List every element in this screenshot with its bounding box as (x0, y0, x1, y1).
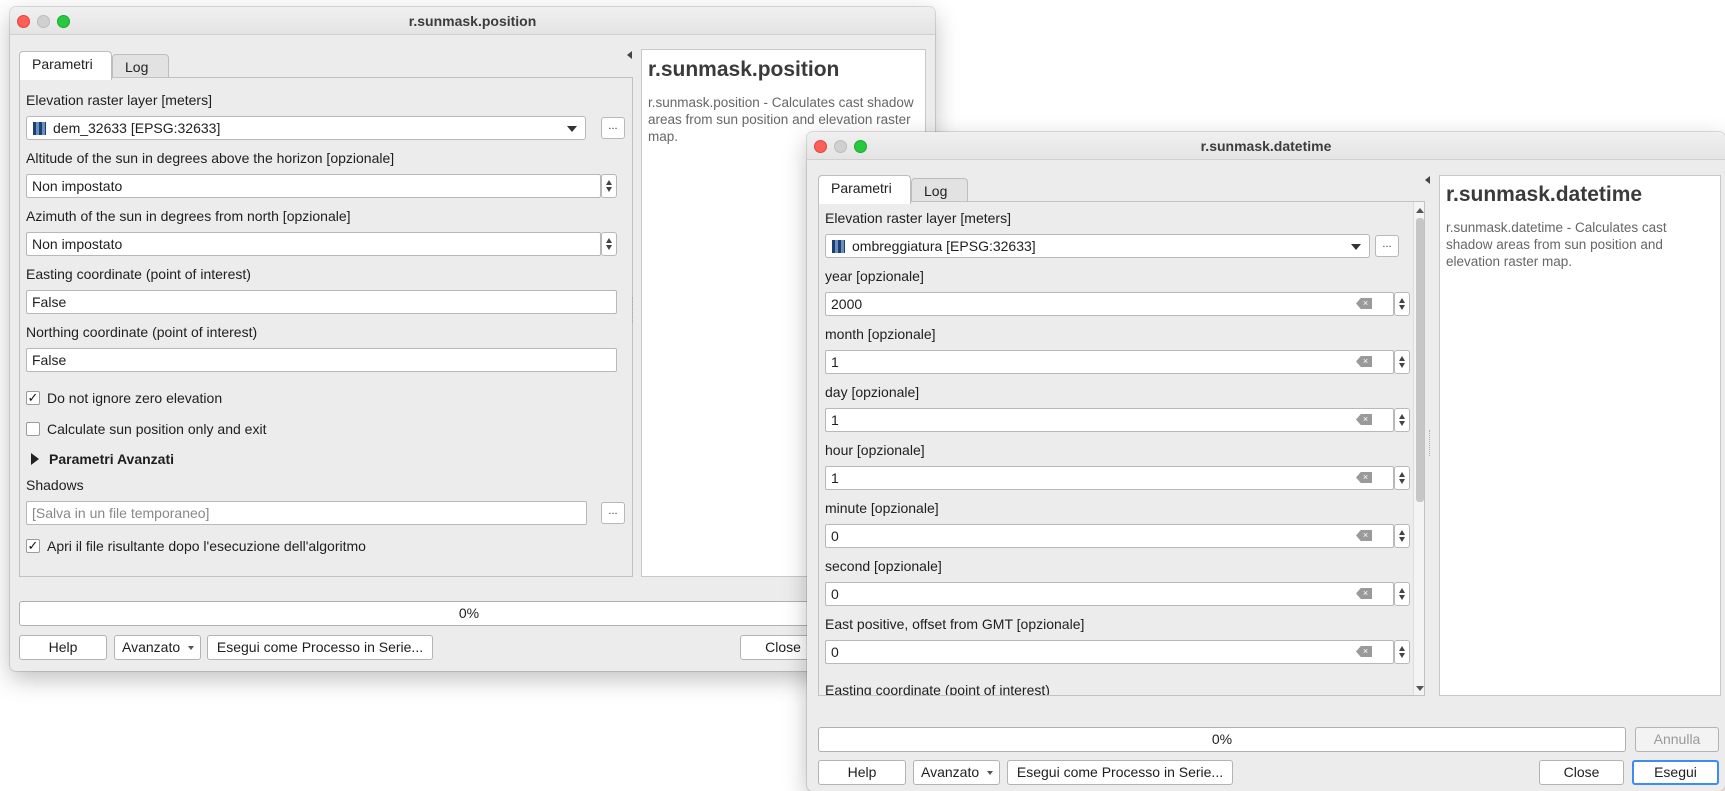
second-input[interactable]: 0 (825, 582, 1394, 606)
year-spinner[interactable] (1394, 292, 1410, 316)
elevation-layer-select[interactable]: ombreggiatura [EPSG:32633] (825, 234, 1370, 258)
gmt-offset-label: East positive, offset from GMT [opzional… (825, 616, 1085, 632)
collapse-help-icon[interactable] (1425, 176, 1430, 184)
chevron-down-icon (987, 771, 993, 775)
northing-label: Northing coordinate (point of interest) (26, 324, 258, 340)
raster-layer-icon (33, 122, 46, 135)
expand-arrow-icon[interactable] (31, 453, 39, 465)
scrollbar-thumb[interactable] (1416, 218, 1424, 502)
scroll-down-icon[interactable] (1416, 686, 1424, 691)
advanced-dropdown-button[interactable]: Avanzato (114, 635, 201, 660)
collapse-help-icon[interactable] (627, 51, 632, 59)
month-label: month [opzionale] (825, 326, 936, 342)
gmt-offset-spinner[interactable] (1394, 640, 1410, 664)
advanced-button-label: Avanzato (921, 764, 980, 780)
altitude-spinner[interactable] (601, 174, 617, 198)
tab-parametri[interactable]: Parametri (818, 175, 911, 204)
elevation-layer-value: dem_32633 [EPSG:32633] (53, 120, 221, 136)
help-title: r.sunmask.datetime (1446, 183, 1643, 206)
gmt-offset-input[interactable]: 0 (825, 640, 1394, 664)
splitter-handle[interactable] (632, 297, 634, 323)
window-title: r.sunmask.position (408, 13, 537, 29)
title-bar[interactable]: r.sunmask.position (10, 7, 935, 35)
easting-label: Easting coordinate (point of interest) (26, 266, 251, 282)
help-panel: r.sunmask.datetime r.sunmask.datetime - … (1439, 175, 1721, 696)
close-button[interactable]: Close (1539, 760, 1624, 785)
scroll-up-icon[interactable] (1416, 208, 1424, 213)
day-input[interactable]: 1 (825, 408, 1394, 432)
cancel-button[interactable]: Annulla (1635, 727, 1719, 752)
azimuth-spinner[interactable] (601, 232, 617, 256)
altitude-label: Altitude of the sun in degrees above the… (26, 150, 395, 166)
open-result-label: Apri il file risultante dopo l'esecuzion… (47, 538, 366, 554)
shadows-label: Shadows (26, 477, 84, 493)
minute-spinner[interactable] (1394, 524, 1410, 548)
dialog-sunmask-datetime: r.sunmask.datetime Parametri Log Elevati… (807, 132, 1725, 791)
progress-bar: 0% (19, 601, 919, 626)
batch-process-button[interactable]: Esegui come Processo in Serie... (1007, 760, 1233, 785)
batch-process-button[interactable]: Esegui come Processo in Serie... (207, 635, 433, 660)
help-button[interactable]: Help (818, 760, 906, 785)
hour-label: hour [opzionale] (825, 442, 925, 458)
advanced-button-label: Avanzato (122, 639, 181, 655)
elevation-layer-value: ombreggiatura [EPSG:32633] (852, 238, 1036, 254)
zero-elevation-checkbox[interactable]: ✓ (26, 391, 40, 405)
minute-label: minute [opzionale] (825, 500, 939, 516)
shadows-output-button[interactable]: ... (601, 502, 625, 524)
scrollbar[interactable] (1413, 202, 1424, 695)
day-label: day [opzionale] (825, 384, 920, 400)
year-input[interactable]: 2000 (825, 292, 1394, 316)
easting-input[interactable]: False (26, 290, 617, 314)
help-button[interactable]: Help (19, 635, 107, 660)
help-title: r.sunmask.position (648, 58, 840, 81)
tab-parametri-active[interactable]: Parametri (19, 51, 112, 80)
azimuth-label: Azimuth of the sun in degrees from north… (26, 208, 351, 224)
day-spinner[interactable] (1394, 408, 1410, 432)
minute-input[interactable]: 0 (825, 524, 1394, 548)
window-title: r.sunmask.datetime (1200, 138, 1332, 154)
year-label: year [opzionale] (825, 268, 924, 284)
zero-elevation-label: Do not ignore zero elevation (47, 390, 223, 406)
hour-spinner[interactable] (1394, 466, 1410, 490)
advanced-dropdown-button[interactable]: Avanzato (913, 760, 1000, 785)
elevation-label: Elevation raster layer [meters] (825, 210, 1011, 226)
second-label: second [opzionale] (825, 558, 942, 574)
azimuth-input[interactable]: Non impostato (26, 232, 601, 256)
elevation-label: Elevation raster layer [meters] (26, 92, 212, 108)
browse-layer-button[interactable]: ... (601, 117, 625, 139)
sun-position-only-checkbox[interactable] (26, 422, 40, 436)
run-button[interactable]: Esegui (1632, 760, 1719, 785)
hour-input[interactable]: 1 (825, 466, 1394, 490)
splitter-handle[interactable] (1429, 430, 1431, 456)
northing-input[interactable]: False (26, 348, 617, 372)
month-spinner[interactable] (1394, 350, 1410, 374)
chevron-down-icon (188, 646, 194, 650)
elevation-layer-select[interactable]: dem_32633 [EPSG:32633] (26, 116, 586, 140)
raster-layer-icon (832, 240, 845, 253)
parameters-panel: Elevation raster layer [meters] dem_3263… (19, 77, 633, 577)
month-input[interactable]: 1 (825, 350, 1394, 374)
chevron-down-icon (567, 126, 577, 132)
parameters-panel: Elevation raster layer [meters] ombreggi… (818, 201, 1425, 696)
advanced-parameters-toggle[interactable]: Parametri Avanzati (49, 451, 174, 467)
sun-position-only-label: Calculate sun position only and exit (47, 421, 267, 437)
browse-layer-button[interactable]: ... (1375, 235, 1399, 257)
shadows-output-input[interactable]: [Salva in un file temporaneo] (26, 501, 587, 525)
easting-label: Easting coordinate (point of interest) (825, 682, 1050, 696)
help-description: r.sunmask.datetime - Calculates cast sha… (1446, 220, 1667, 269)
open-result-checkbox[interactable]: ✓ (26, 539, 40, 553)
title-bar[interactable]: r.sunmask.datetime (807, 132, 1725, 160)
dialog-sunmask-position: r.sunmask.position Parametri Parametri L… (10, 7, 935, 671)
chevron-down-icon (1351, 244, 1361, 250)
altitude-input[interactable]: Non impostato (26, 174, 601, 198)
progress-bar: 0% (818, 727, 1626, 752)
second-spinner[interactable] (1394, 582, 1410, 606)
